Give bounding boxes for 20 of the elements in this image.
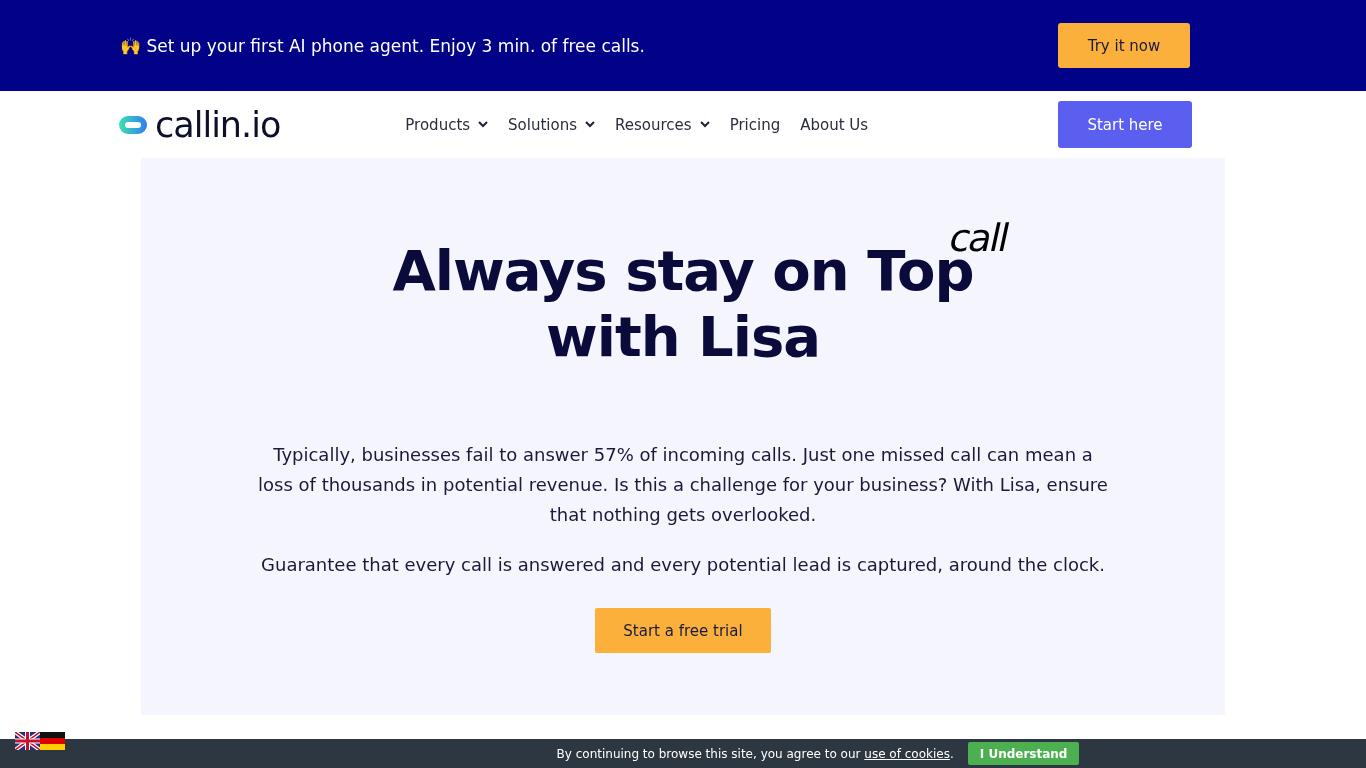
cookie-notice: By continuing to browse this site, you agree to our use of cookies. xyxy=(556,746,954,761)
chevron-down-icon[interactable] xyxy=(699,121,710,128)
nav-link[interactable]: Solutions xyxy=(508,115,595,134)
nav-link[interactable]: Pricing xyxy=(729,115,781,134)
try-it-now-button[interactable]: Try it now xyxy=(1058,23,1190,68)
hero-heading-line: with Lisa xyxy=(545,304,821,369)
hero-paragraph: Guarantee that every call is answered and every potential lead is captured, around the clock. xyxy=(260,553,1106,577)
nav-link[interactable]: Resources xyxy=(615,115,710,134)
free-trial-button[interactable]: Start a free trial xyxy=(595,608,771,653)
promo-text: 🙌 Set up your first AI phone agent. Enjoy 3 min. of free calls. xyxy=(120,35,645,56)
chevron-down-icon[interactable] xyxy=(585,121,595,128)
cookie-policy-link[interactable]: use of cookies xyxy=(864,746,950,761)
start-here-button[interactable]: Start here xyxy=(1058,101,1192,148)
uk-flag-icon[interactable] xyxy=(15,732,40,750)
german-flag-icon[interactable] xyxy=(40,732,65,750)
nav-link[interactable]: About Us xyxy=(800,115,869,134)
logo-text[interactable]: callin.io xyxy=(155,104,281,145)
nav-link[interactable]: Products xyxy=(405,115,489,134)
hero-paragraph: Typically, businesses fail to answer 57% of incoming calls. Just one missed call can mean a loss of thousands in potential revenue. Is this a challenge for your business? With Lisa, ensure that nothing gets overlooked. xyxy=(257,443,1109,527)
chevron-down-icon[interactable] xyxy=(478,121,489,128)
